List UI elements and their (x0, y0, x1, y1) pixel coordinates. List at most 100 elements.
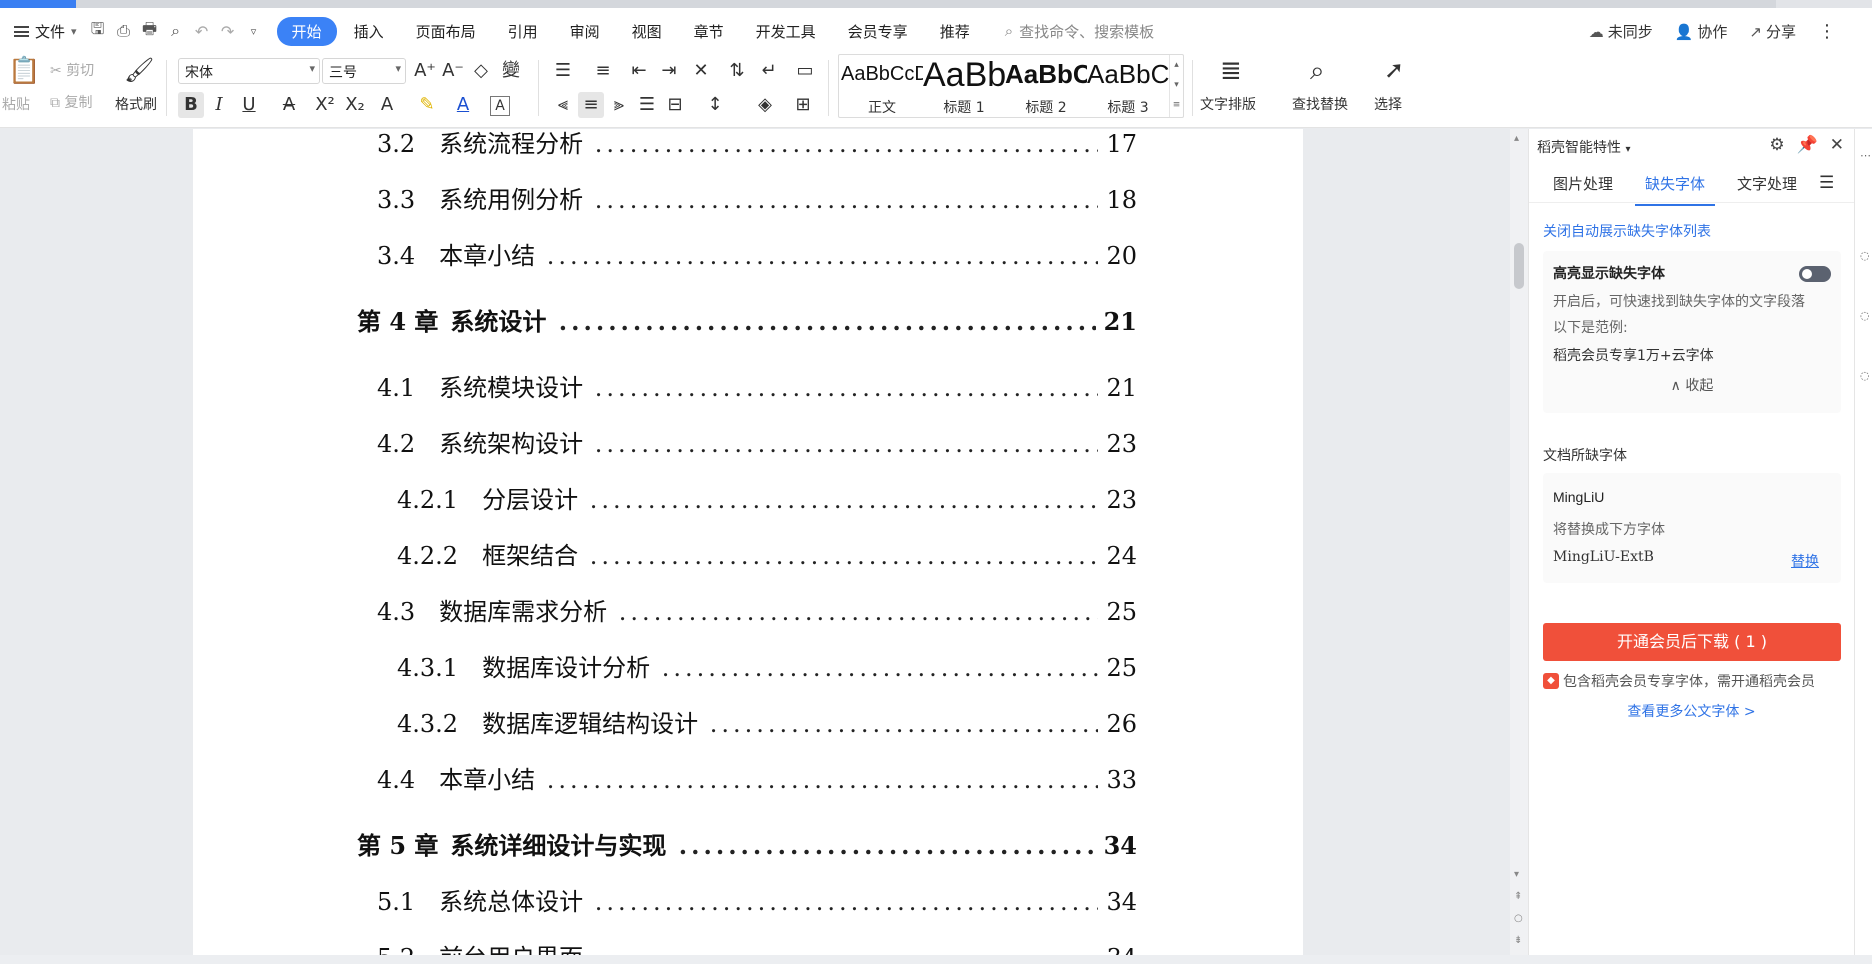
more-fonts-link[interactable]: 查看更多公文字体 > (1529, 701, 1854, 721)
next-page-icon[interactable]: ⇟ (1514, 935, 1522, 946)
scrollbar-thumb[interactable] (1514, 243, 1524, 289)
toc-section-row[interactable]: 4.3 数据库需求分析 .............................… (377, 597, 1137, 627)
export-pdf-icon[interactable]: ⎙ (111, 18, 137, 44)
undo-icon[interactable]: ↶ (189, 18, 215, 44)
superscript-icon[interactable]: X² (312, 92, 338, 118)
clear-format-icon[interactable]: ◇ (468, 58, 494, 84)
tab-page-layout[interactable]: 页面布局 (401, 17, 491, 46)
phonetic-icon[interactable]: 變 (498, 58, 524, 84)
align-left-icon[interactable]: ⫷ (550, 92, 576, 118)
tab-text-processing[interactable]: 文字处理 (1737, 173, 1797, 194)
style-gallery-scroll[interactable]: ▴ ▾ ≡ (1169, 55, 1183, 117)
font-color-icon[interactable]: A (450, 92, 476, 118)
highlight-icon[interactable]: ✎ (414, 92, 440, 118)
chinese-layout-icon[interactable]: ✕ (688, 58, 714, 84)
text-effect-icon[interactable]: A (374, 92, 400, 118)
share-button[interactable]: ↗ 分享 (1749, 21, 1796, 42)
replace-font-link[interactable]: 替换 (1791, 551, 1819, 571)
sort-icon[interactable]: ⇅ (724, 58, 750, 84)
tab-image-processing[interactable]: 图片处理 (1553, 173, 1613, 194)
cut-button[interactable]: ✂ 剪切 (50, 60, 94, 80)
toc-section-row[interactable]: 4.4 本章小结 ................................… (377, 765, 1137, 795)
toc-chapter-row[interactable]: 第 5 章系统详细设计与实现 .........................… (357, 831, 1137, 861)
copy-button[interactable]: ⧉ 复制 (50, 92, 92, 112)
paste-icon[interactable]: 📋 (8, 56, 40, 86)
side-tool-icon[interactable]: ◌ (1860, 249, 1870, 262)
strikethrough-icon[interactable]: A (276, 92, 302, 118)
toc-section-row[interactable]: 4.3.2 数据库逻辑结构设计 .........................… (397, 709, 1137, 739)
style-heading-1[interactable]: AaBb 标题 1 (923, 55, 1005, 117)
format-painter-button[interactable]: 格式刷 (115, 94, 157, 114)
pin-icon[interactable]: 📌 (1797, 135, 1818, 155)
prev-page-icon[interactable]: ⇞ (1514, 891, 1522, 902)
tab-home[interactable]: 开始 (276, 16, 337, 46)
distribute-icon[interactable]: ⊟ (662, 92, 688, 118)
style-heading-2[interactable]: AaBbC 标题 2 (1005, 55, 1087, 117)
increase-indent-icon[interactable]: ⇥ (656, 58, 682, 84)
more-menu-icon[interactable]: ⋮ (1818, 21, 1836, 42)
numbered-list-icon[interactable]: ≡ (590, 58, 616, 84)
toc-section-row[interactable]: 3.4 本章小结 ................................… (377, 241, 1137, 271)
close-icon[interactable]: ✕ (1830, 135, 1844, 155)
italic-icon[interactable]: I (206, 92, 232, 118)
tab-review[interactable]: 审阅 (555, 17, 615, 46)
gear-icon[interactable]: ⚙ (1769, 135, 1784, 155)
text-layout-icon[interactable]: ≣ (1220, 56, 1242, 86)
print-preview-icon[interactable]: ⌕ (163, 18, 189, 44)
subscript-icon[interactable]: X₂ (342, 92, 368, 118)
close-auto-show-link[interactable]: 关闭自动展示缺失字体列表 (1543, 221, 1711, 241)
panel-menu-icon[interactable]: ☰ (1819, 173, 1834, 193)
file-menu-button[interactable]: 文件 ▾ (6, 16, 85, 46)
sync-button[interactable]: ☁ 未同步 (1589, 21, 1653, 42)
tab-missing-fonts[interactable]: 缺失字体 (1634, 173, 1716, 206)
text-layout-button[interactable]: 文字排版 (1200, 94, 1256, 114)
char-border-icon[interactable]: A (490, 96, 510, 116)
paste-button[interactable]: 粘贴 (2, 94, 30, 114)
shading-icon[interactable]: ◈ (752, 92, 778, 118)
select-browse-icon[interactable]: ○ (1514, 913, 1523, 924)
save-icon[interactable]: 🖫 (85, 18, 111, 44)
toc-section-row[interactable]: 5.2 前台用户界面 ..............................… (377, 943, 1137, 955)
toc-section-row[interactable]: 4.1 系统模块设计 ..............................… (377, 373, 1137, 403)
ruler-icon[interactable]: ▭ (792, 58, 818, 84)
tab-references[interactable]: 引用 (493, 17, 553, 46)
grow-font-icon[interactable]: A⁺ (412, 58, 438, 84)
toc-section-row[interactable]: 3.3 系统用例分析 ..............................… (377, 185, 1137, 215)
bold-icon[interactable]: B (178, 92, 204, 118)
line-spacing-icon[interactable]: ↕ (702, 92, 728, 118)
find-replace-button[interactable]: 查找替换 (1292, 94, 1348, 114)
align-right-icon[interactable]: ⫸ (606, 92, 632, 118)
find-replace-icon[interactable]: ⌕ (1310, 56, 1325, 87)
toc-section-row[interactable]: 3.2 系统流程分析 ..............................… (377, 129, 1137, 159)
side-tool-icon[interactable]: ◌ (1860, 369, 1870, 382)
tab-insert[interactable]: 插入 (339, 17, 399, 46)
toc-section-row[interactable]: 4.2.2 框架结合 ..............................… (397, 541, 1137, 571)
customize-quickbar-icon[interactable]: ▿ (241, 18, 267, 44)
font-size-select[interactable]: 三号 (322, 58, 406, 84)
align-center-icon[interactable]: ≡ (578, 92, 604, 118)
panel-header[interactable]: 稻壳智能特性 ▾ (1537, 137, 1630, 157)
style-normal[interactable]: AaBbCcD 正文 (841, 55, 923, 117)
style-heading-3[interactable]: AaBbC 标题 3 (1087, 55, 1169, 117)
shrink-font-icon[interactable]: A⁻ (440, 58, 466, 84)
scroll-up-icon[interactable]: ▴ (1514, 133, 1519, 144)
collapse-button[interactable]: ∧ 收起 (1543, 375, 1841, 395)
select-cursor-icon[interactable]: ➚ (1384, 56, 1404, 84)
paragraph-mark-icon[interactable]: ↵ (756, 58, 782, 84)
command-search[interactable]: ⌕ 查找命令、搜索模板 (1005, 21, 1154, 42)
toc-section-row[interactable]: 4.2.1 分层设计 ..............................… (397, 485, 1137, 515)
scroll-down-icon[interactable]: ▾ (1514, 869, 1519, 880)
toc-section-row[interactable]: 4.2 系统架构设计 ..............................… (377, 429, 1137, 459)
tab-developer[interactable]: 开发工具 (741, 17, 831, 46)
side-tool-icon[interactable]: ⋯ (1860, 149, 1871, 162)
highlight-toggle[interactable] (1799, 266, 1831, 282)
toc-chapter-row[interactable]: 第 4 章系统设计 ..............................… (357, 307, 1137, 337)
tab-chapter[interactable]: 章节 (679, 17, 739, 46)
borders-icon[interactable]: ⊞ (790, 92, 816, 118)
decrease-indent-icon[interactable]: ⇤ (626, 58, 652, 84)
active-window-tab[interactable] (0, 0, 76, 8)
redo-icon[interactable]: ↷ (215, 18, 241, 44)
underline-icon[interactable]: U (236, 92, 262, 118)
tab-member[interactable]: 会员专享 (833, 17, 923, 46)
format-painter-icon[interactable]: 🖌 (124, 56, 154, 84)
